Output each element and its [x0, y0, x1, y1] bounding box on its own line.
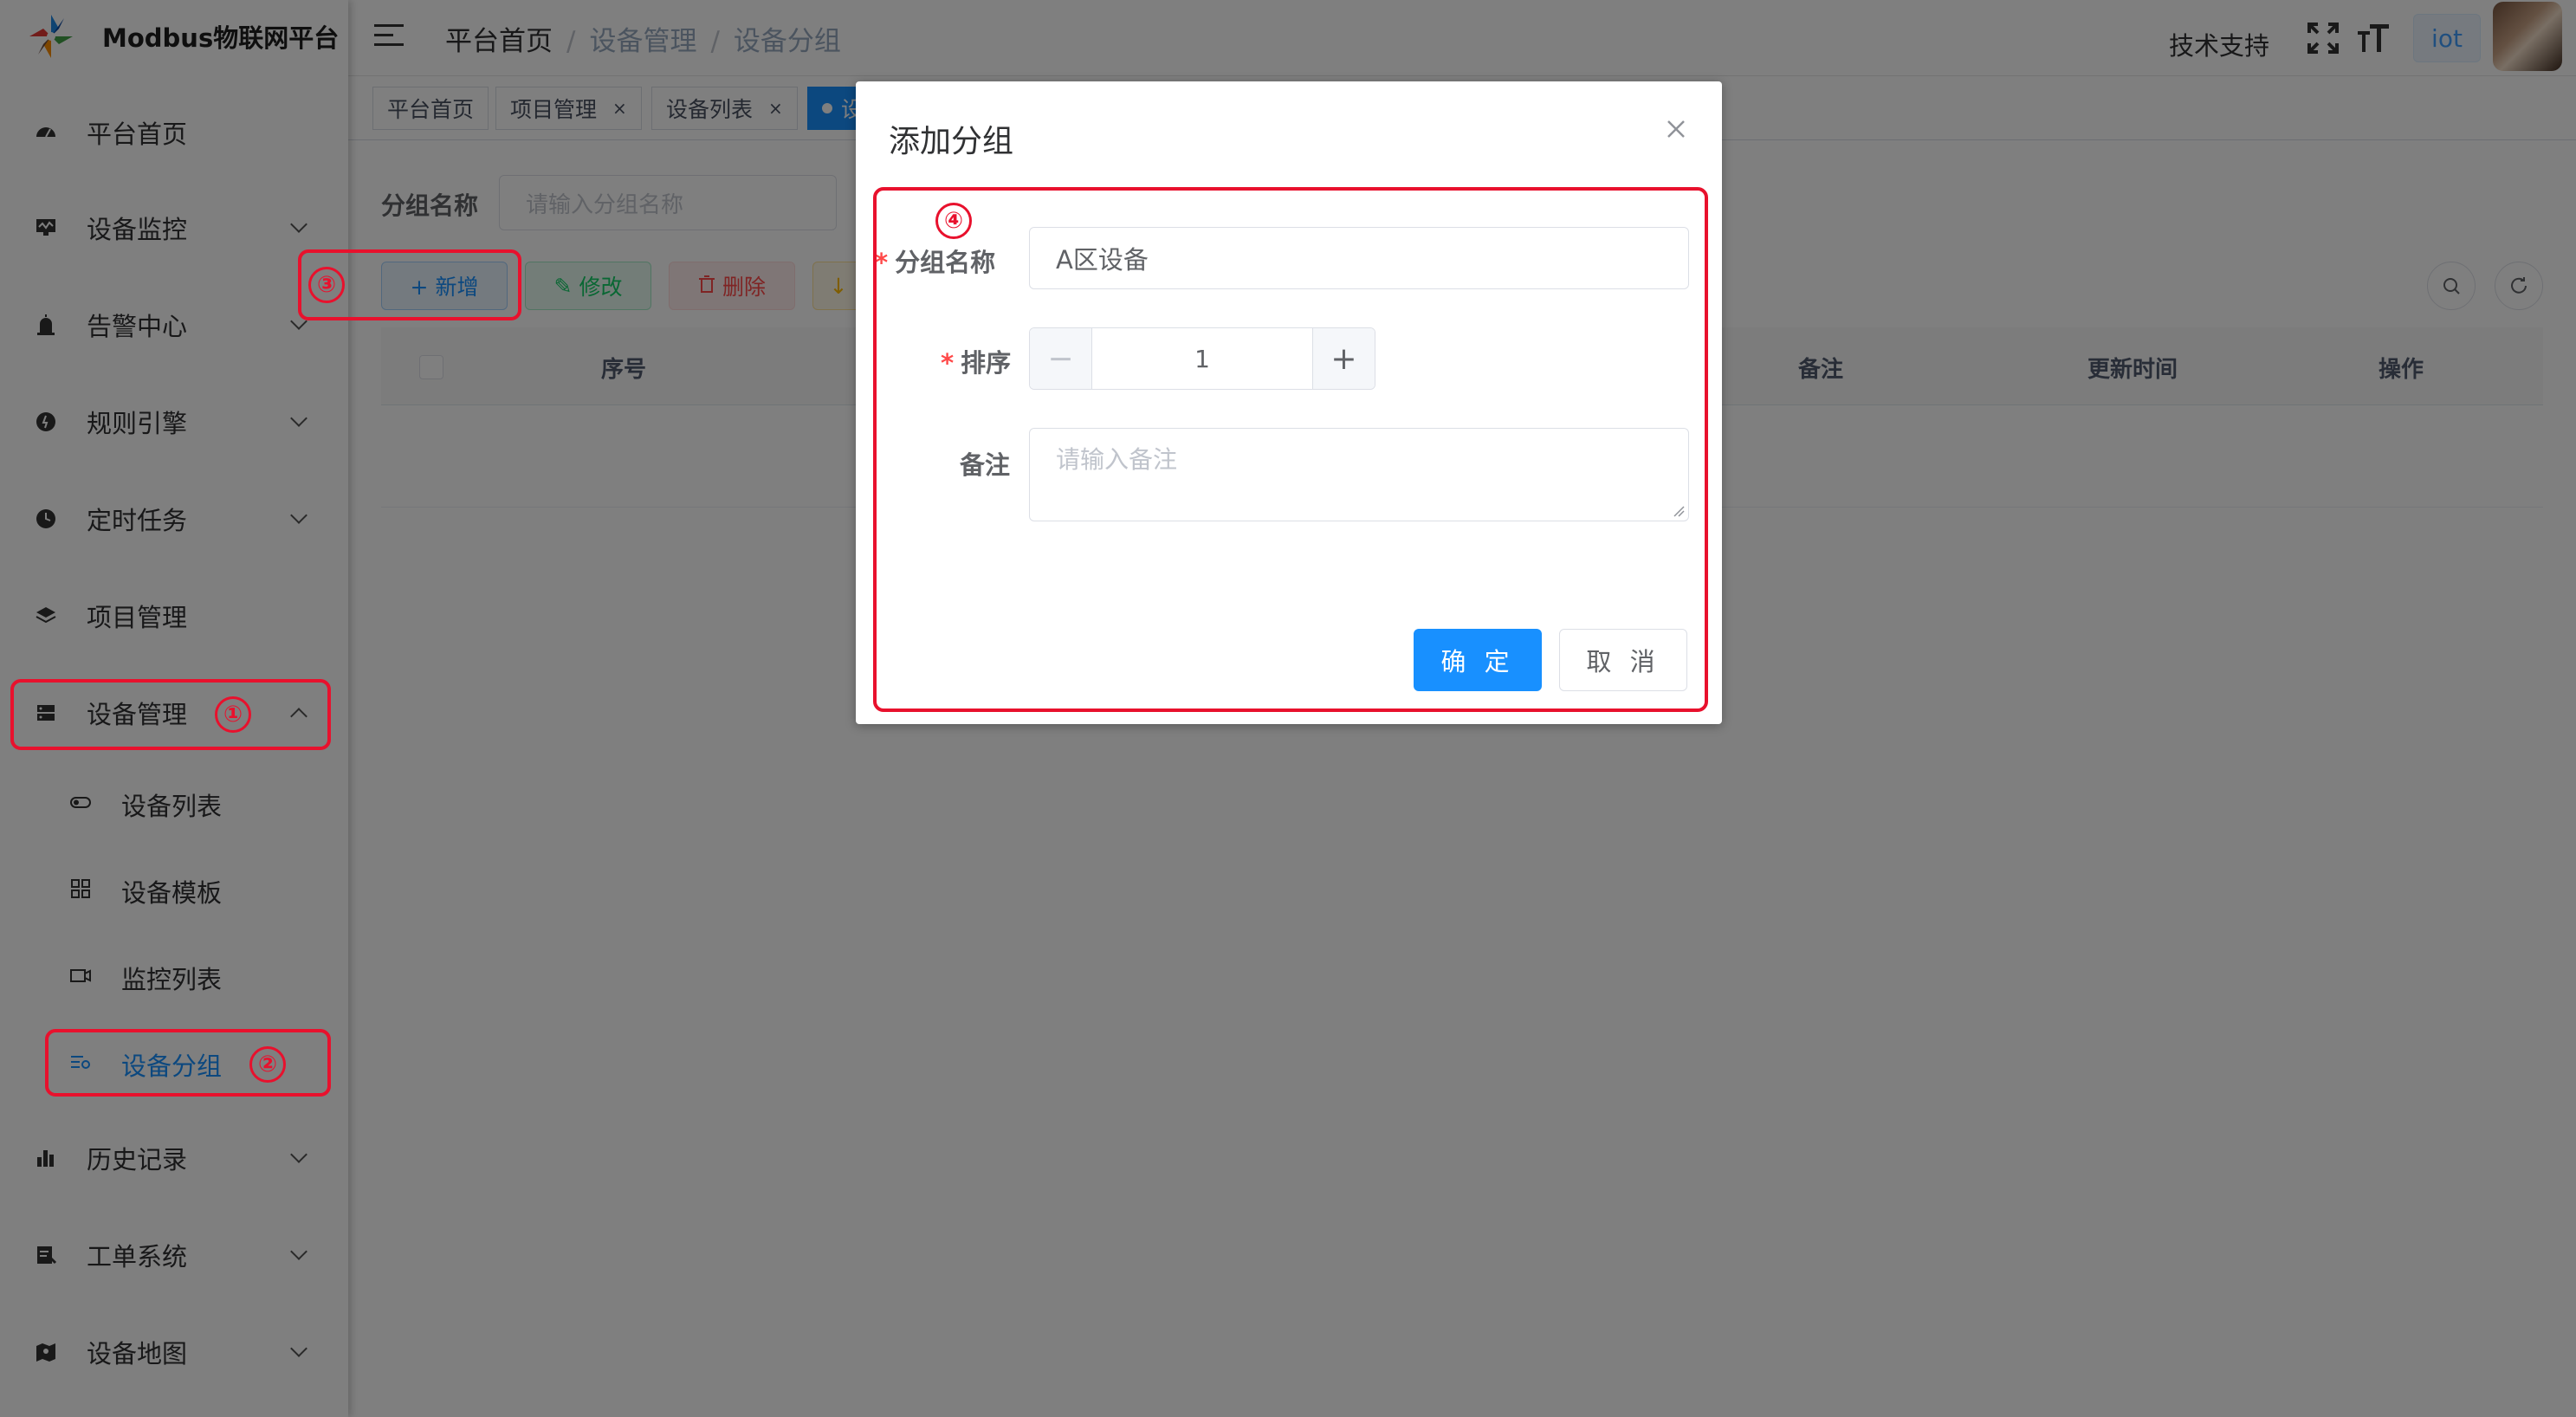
annotation-marker-3: ③: [308, 267, 345, 303]
annotation-box-1: [10, 679, 331, 750]
annotation-box-2: [45, 1029, 331, 1097]
annotation-marker-4: ④: [935, 203, 972, 239]
annotation-marker-1: ①: [215, 696, 251, 733]
annotation-box-4: [873, 187, 1708, 712]
close-icon[interactable]: [1663, 116, 1689, 142]
dialog-title: 添加分组: [889, 124, 1014, 159]
annotation-marker-2: ②: [249, 1046, 286, 1083]
